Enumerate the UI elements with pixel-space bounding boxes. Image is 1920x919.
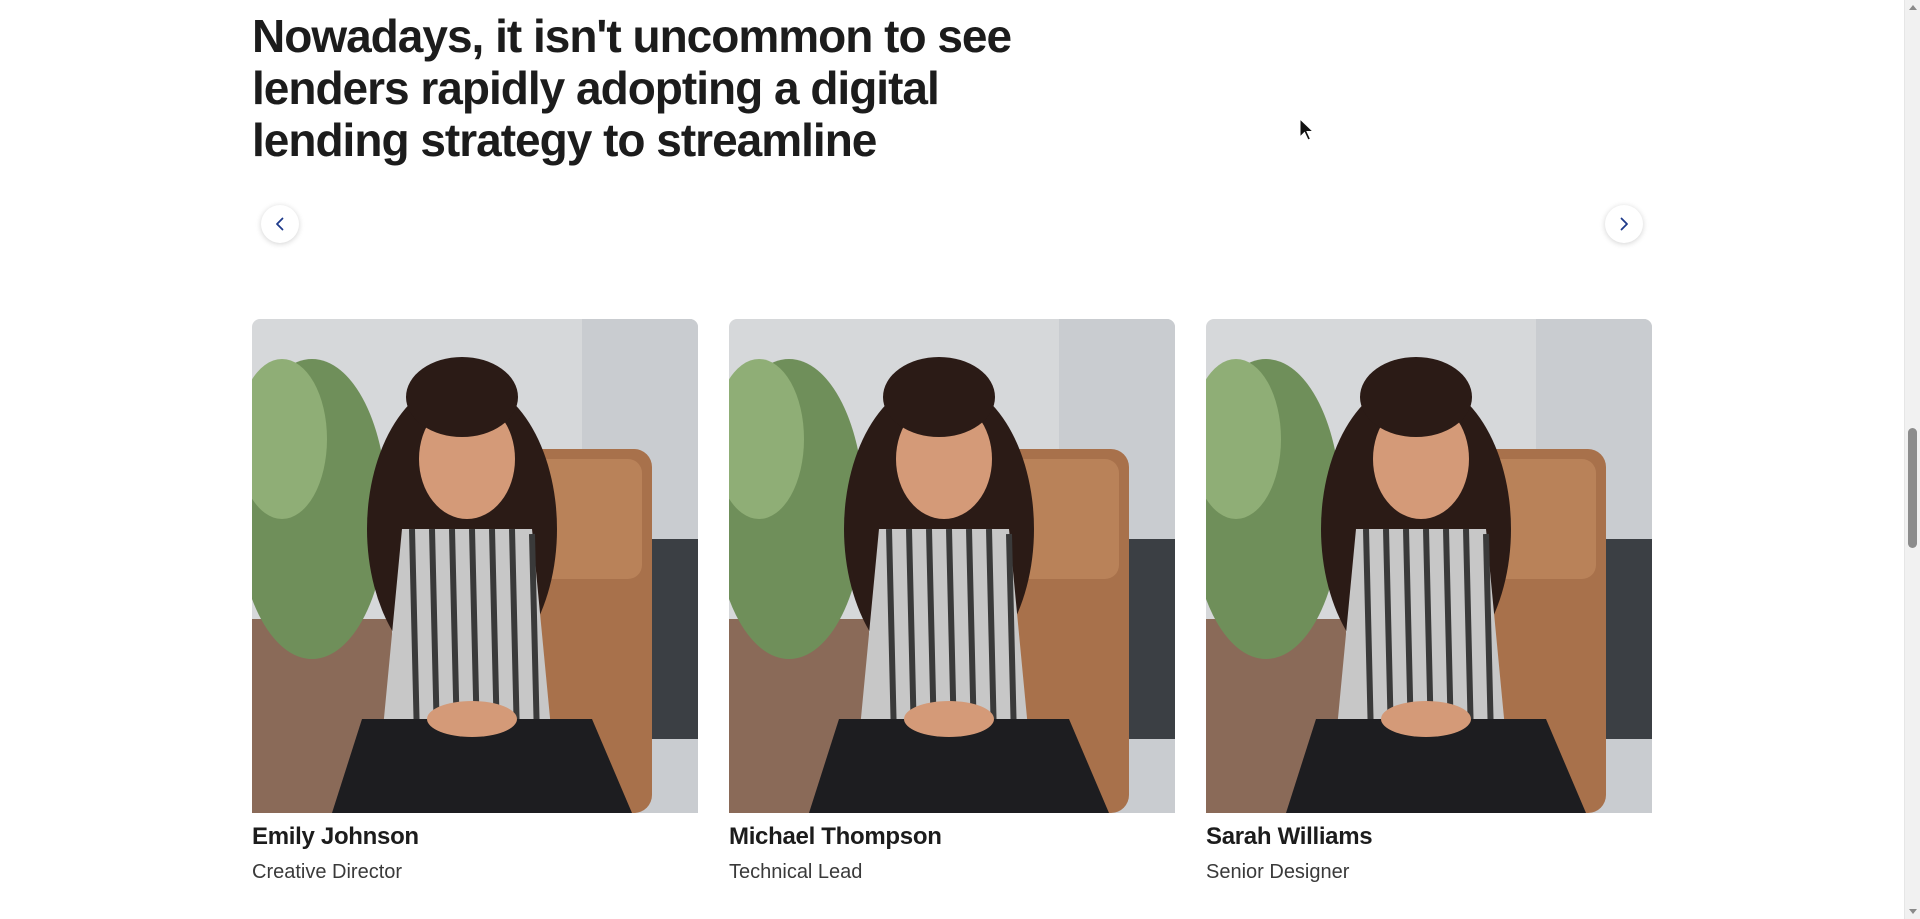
section-headline: Nowadays, it isn't uncommon to see lende… — [252, 10, 1012, 166]
scrollbar-thumb[interactable] — [1908, 428, 1917, 548]
page: Nowadays, it isn't uncommon to see lende… — [0, 0, 1920, 919]
chevron-right-icon — [1620, 217, 1628, 231]
team-member-name: Michael Thompson — [729, 823, 942, 850]
carousel-next-button[interactable] — [1605, 205, 1643, 243]
mouse-cursor-icon — [1299, 118, 1315, 141]
team-cards: Emily Johnson Creative Director Michael … — [252, 319, 1652, 889]
team-member-role: Senior Designer — [1206, 861, 1350, 883]
carousel-prev-button[interactable] — [261, 205, 299, 243]
team-member-name: Emily Johnson — [252, 823, 419, 850]
scroll-down-icon[interactable] — [1909, 909, 1917, 914]
team-member-name: Sarah Williams — [1206, 823, 1373, 850]
scroll-up-icon[interactable] — [1909, 5, 1917, 10]
team-member-photo — [729, 319, 1175, 813]
vertical-scrollbar[interactable] — [1904, 0, 1920, 919]
team-member-role: Technical Lead — [729, 861, 863, 883]
team-card[interactable]: Emily Johnson Creative Director — [252, 319, 698, 884]
team-member-photo — [1206, 319, 1652, 813]
chevron-left-icon — [276, 217, 284, 231]
team-card[interactable]: Michael Thompson Technical Lead — [729, 319, 1175, 884]
team-card[interactable]: Sarah Williams Senior Designer — [1206, 319, 1652, 884]
team-member-photo — [252, 319, 698, 813]
team-member-role: Creative Director — [252, 861, 403, 883]
